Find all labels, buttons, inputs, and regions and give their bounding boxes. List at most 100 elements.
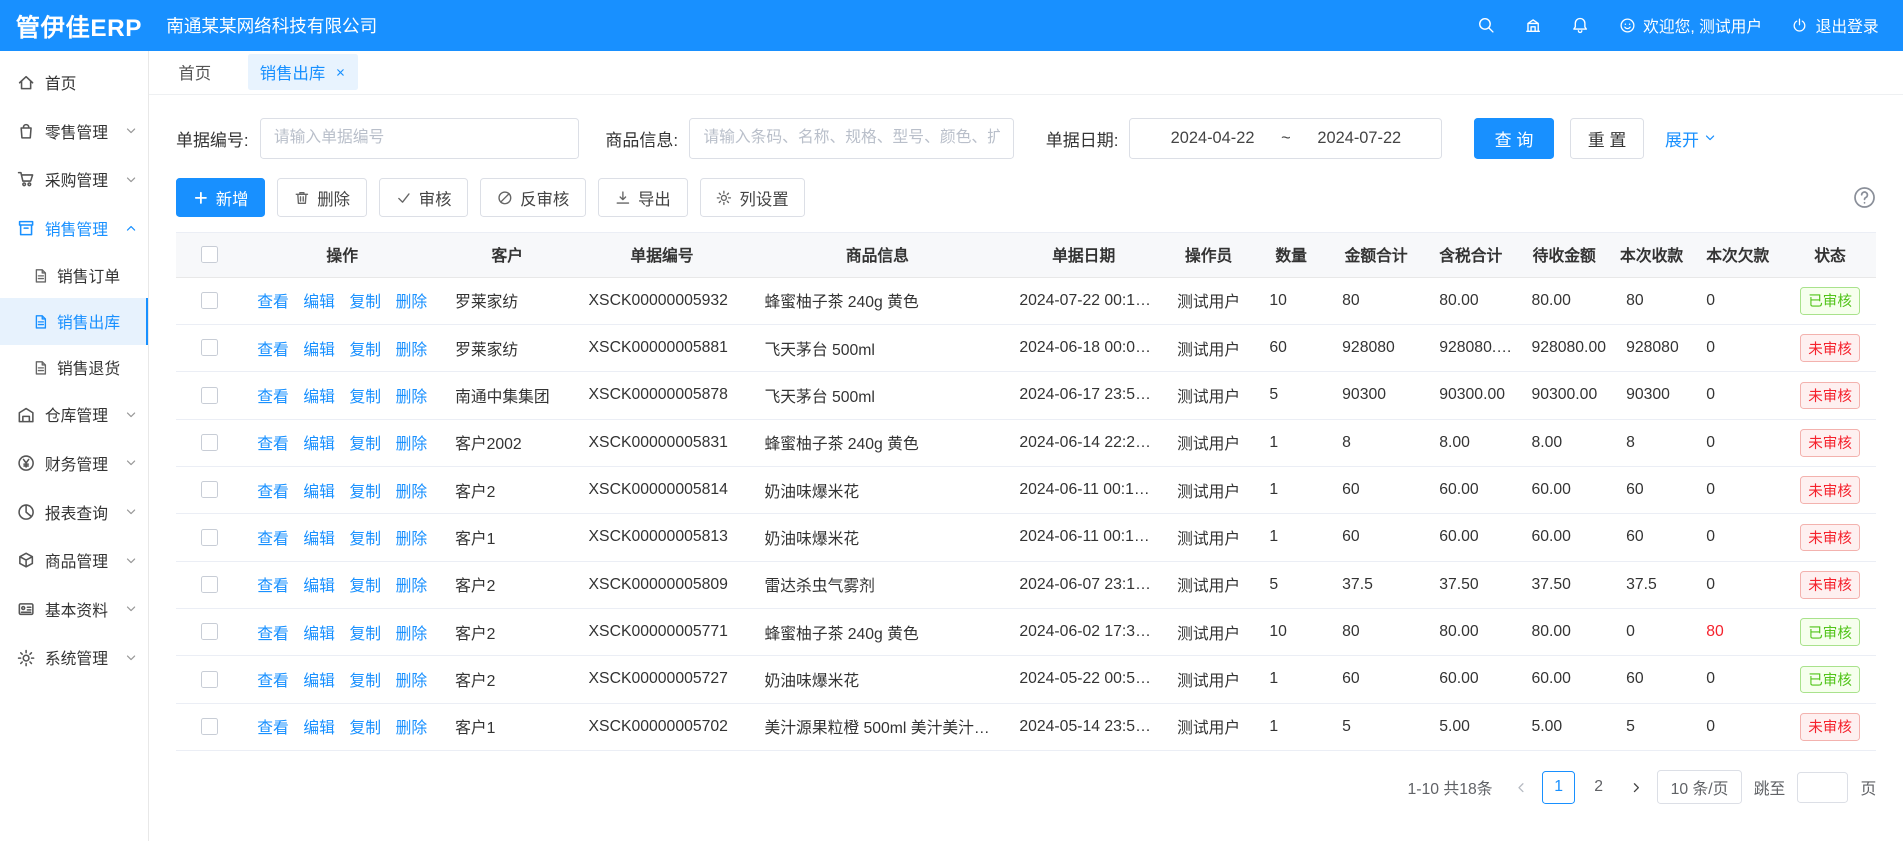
delete-link[interactable]: 删除	[396, 294, 428, 311]
view-link[interactable]: 查看	[257, 578, 289, 595]
page-number-1[interactable]: 1	[1542, 771, 1575, 804]
unaudit-button[interactable]: 反审核	[480, 178, 586, 217]
cell-received: 37.5	[1612, 561, 1692, 608]
edit-link[interactable]: 编辑	[303, 626, 335, 643]
building-icon[interactable]	[1524, 16, 1542, 34]
expand-link[interactable]: 展开	[1665, 126, 1716, 151]
row-checkbox[interactable]	[201, 434, 218, 451]
row-checkbox[interactable]	[201, 481, 218, 498]
sidebar-item-finance[interactable]: 财务管理	[0, 439, 148, 488]
date-end[interactable]: 2024-07-22	[1317, 129, 1401, 148]
view-link[interactable]: 查看	[257, 484, 289, 501]
tab-sales-outbound[interactable]: 销售出库	[248, 54, 358, 90]
view-link[interactable]: 查看	[257, 673, 289, 690]
row-checkbox[interactable]	[201, 623, 218, 640]
view-link[interactable]: 查看	[257, 720, 289, 737]
bell-icon[interactable]	[1571, 16, 1589, 34]
sidebar-item-basic[interactable]: 基本资料	[0, 585, 148, 634]
view-link[interactable]: 查看	[257, 531, 289, 548]
cell-receivable: 90300.00	[1517, 372, 1612, 419]
reset-button[interactable]: 重 置	[1570, 118, 1645, 159]
copy-link[interactable]: 复制	[349, 626, 381, 643]
delete-button[interactable]: 删除	[277, 178, 366, 217]
select-all-checkbox[interactable]	[201, 246, 218, 263]
delete-link[interactable]: 删除	[396, 720, 428, 737]
edit-link[interactable]: 编辑	[303, 484, 335, 501]
view-link[interactable]: 查看	[257, 436, 289, 453]
query-button[interactable]: 查 询	[1474, 118, 1554, 159]
edit-link[interactable]: 编辑	[303, 294, 335, 311]
copy-link[interactable]: 复制	[349, 389, 381, 406]
copy-link[interactable]: 复制	[349, 531, 381, 548]
close-icon[interactable]	[335, 67, 346, 78]
delete-link[interactable]: 删除	[396, 342, 428, 359]
row-checkbox[interactable]	[201, 292, 218, 309]
button-label: 审核	[419, 186, 452, 210]
next-page-icon[interactable]	[1627, 781, 1645, 794]
sidebar-item-sales-outbound[interactable]: 销售出库	[0, 298, 148, 344]
delete-link[interactable]: 删除	[396, 673, 428, 690]
view-link[interactable]: 查看	[257, 626, 289, 643]
copy-link[interactable]: 复制	[349, 484, 381, 501]
sidebar-item-label: 财务管理	[45, 452, 108, 475]
sidebar-item-product[interactable]: 商品管理	[0, 536, 148, 585]
jump-page-input[interactable]	[1797, 772, 1848, 804]
prev-page-icon[interactable]	[1512, 781, 1530, 794]
sidebar-item-purchase[interactable]: 采购管理	[0, 155, 148, 204]
page-size-select[interactable]: 10 条/页	[1657, 770, 1741, 804]
app-logo: 管伊佳ERP	[0, 8, 149, 43]
column-header: 单据编号	[574, 232, 750, 277]
tab-home[interactable]: 首页	[178, 60, 211, 84]
date-start[interactable]: 2024-04-22	[1171, 129, 1255, 148]
edit-link[interactable]: 编辑	[303, 531, 335, 548]
sidebar-item-report[interactable]: 报表查询	[0, 488, 148, 537]
copy-link[interactable]: 复制	[349, 342, 381, 359]
copy-link[interactable]: 复制	[349, 578, 381, 595]
order-no-input[interactable]	[260, 118, 579, 159]
cell-amount: 8	[1328, 419, 1425, 466]
sidebar-item-sales-return[interactable]: 销售退货	[0, 345, 148, 391]
sidebar-item-sales-order[interactable]: 销售订单	[0, 252, 148, 298]
copy-link[interactable]: 复制	[349, 294, 381, 311]
delete-link[interactable]: 删除	[396, 389, 428, 406]
product-info-input[interactable]	[689, 118, 1014, 159]
audit-button[interactable]: 审核	[379, 178, 468, 217]
row-checkbox[interactable]	[201, 339, 218, 356]
delete-link[interactable]: 删除	[396, 484, 428, 501]
sidebar-item-home[interactable]: 首页	[0, 58, 148, 107]
view-link[interactable]: 查看	[257, 294, 289, 311]
export-button[interactable]: 导出	[598, 178, 687, 217]
edit-link[interactable]: 编辑	[303, 389, 335, 406]
row-checkbox[interactable]	[201, 671, 218, 688]
copy-link[interactable]: 复制	[349, 720, 381, 737]
add-button[interactable]: 新增	[176, 178, 265, 217]
row-checkbox[interactable]	[201, 529, 218, 546]
row-checkbox[interactable]	[201, 387, 218, 404]
edit-link[interactable]: 编辑	[303, 720, 335, 737]
edit-link[interactable]: 编辑	[303, 673, 335, 690]
sidebar-item-retail[interactable]: 零售管理	[0, 107, 148, 156]
page-number-2[interactable]: 2	[1582, 771, 1615, 804]
copy-link[interactable]: 复制	[349, 673, 381, 690]
row-checkbox[interactable]	[201, 718, 218, 735]
delete-link[interactable]: 删除	[396, 436, 428, 453]
welcome-user[interactable]: 欢迎您, 测试用户	[1619, 14, 1762, 37]
delete-link[interactable]: 删除	[396, 578, 428, 595]
edit-link[interactable]: 编辑	[303, 578, 335, 595]
delete-link[interactable]: 删除	[396, 626, 428, 643]
date-range-picker[interactable]: 2024-04-22 ~ 2024-07-22	[1129, 118, 1442, 159]
column-settings-button[interactable]: 列设置	[700, 178, 806, 217]
sidebar-item-system[interactable]: 系统管理	[0, 633, 148, 682]
sidebar-item-warehouse[interactable]: 仓库管理	[0, 391, 148, 440]
delete-link[interactable]: 删除	[396, 531, 428, 548]
view-link[interactable]: 查看	[257, 389, 289, 406]
row-checkbox[interactable]	[201, 576, 218, 593]
search-icon[interactable]	[1477, 16, 1495, 34]
edit-link[interactable]: 编辑	[303, 436, 335, 453]
view-link[interactable]: 查看	[257, 342, 289, 359]
logout-button[interactable]: 退出登录	[1791, 14, 1878, 37]
sidebar-item-sales[interactable]: 销售管理	[0, 204, 148, 253]
edit-link[interactable]: 编辑	[303, 342, 335, 359]
copy-link[interactable]: 复制	[349, 436, 381, 453]
help-icon[interactable]	[1853, 186, 1876, 209]
